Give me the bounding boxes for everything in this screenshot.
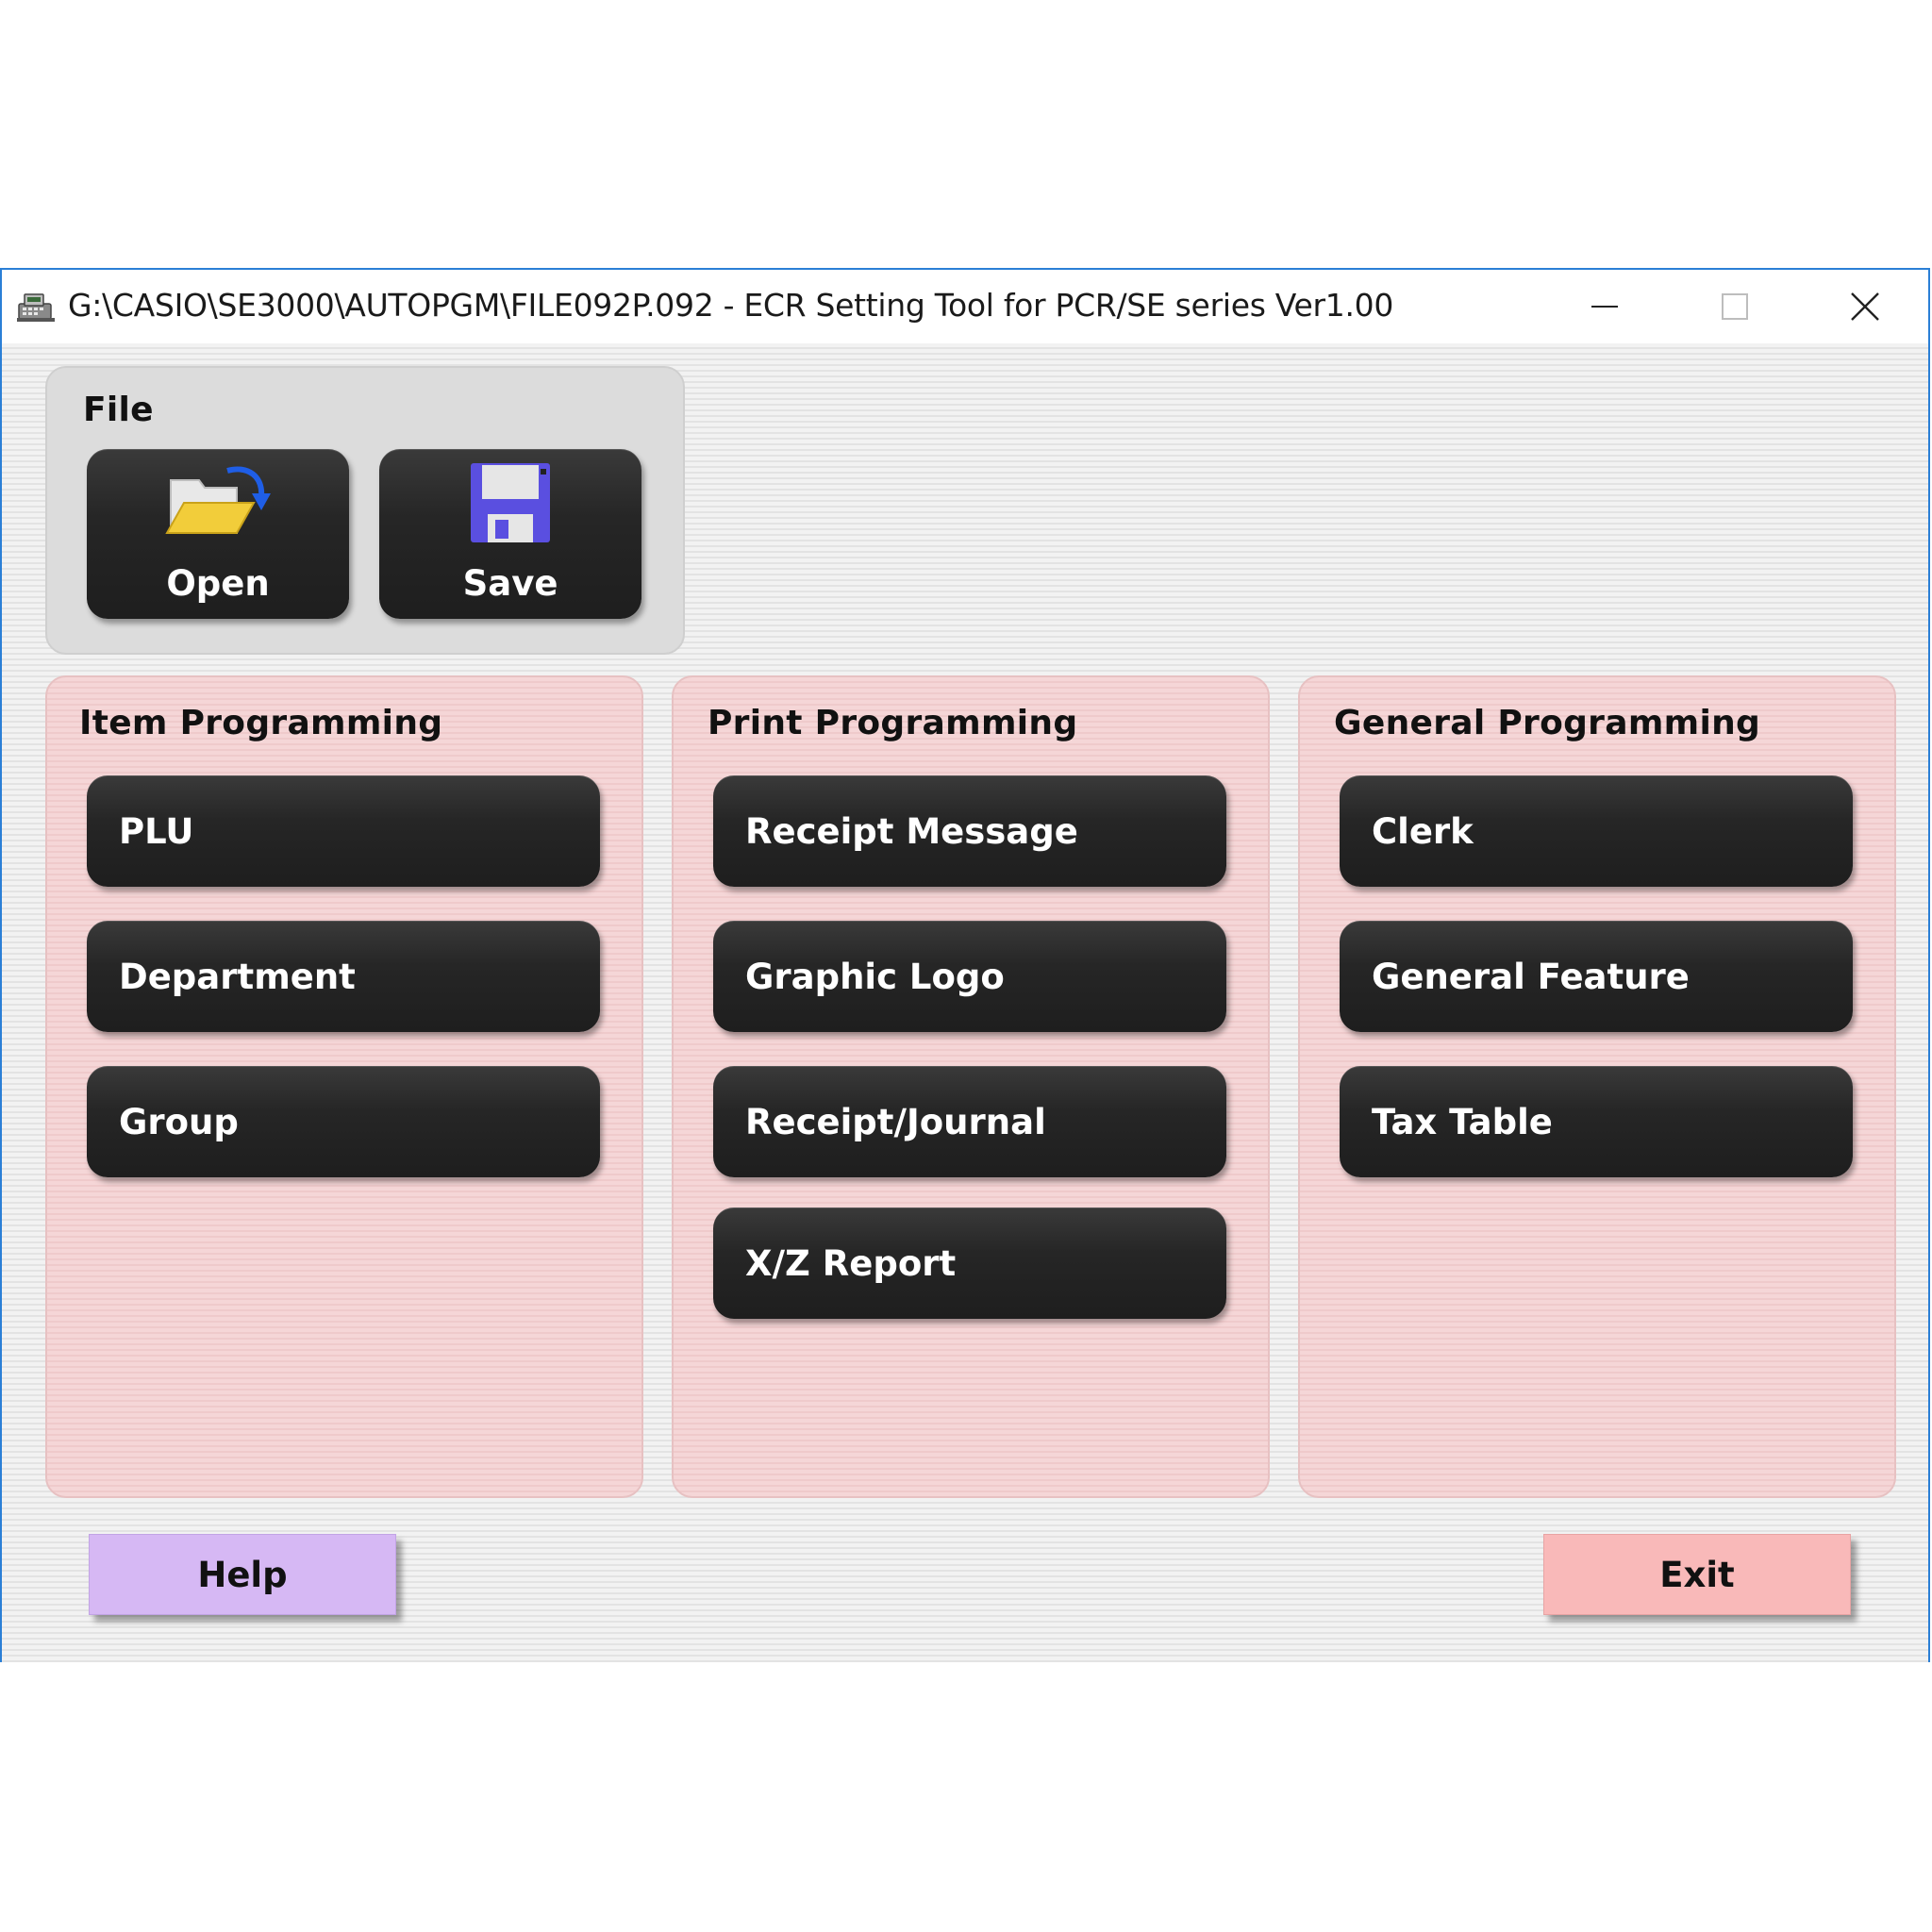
help-button[interactable]: Help xyxy=(89,1534,396,1615)
tax-table-button[interactable]: Tax Table xyxy=(1340,1066,1853,1177)
general-programming-group: General Programming Clerk General Featur… xyxy=(1298,675,1896,1498)
open-label: Open xyxy=(166,563,270,604)
xz-report-button[interactable]: X/Z Report xyxy=(713,1208,1226,1319)
graphic-logo-button[interactable]: Graphic Logo xyxy=(713,921,1226,1032)
print-programming-title: Print Programming xyxy=(708,704,1078,742)
app-window: G:\CASIO\SE3000\AUTOPGM\FILE092P.092 - E… xyxy=(0,268,1930,1662)
maximize-button[interactable] xyxy=(1670,270,1800,343)
item-programming-title: Item Programming xyxy=(79,704,443,742)
general-programming-title: General Programming xyxy=(1334,704,1761,742)
department-button[interactable]: Department xyxy=(87,921,600,1032)
minimize-button[interactable] xyxy=(1540,270,1670,343)
maximize-icon xyxy=(1722,293,1748,320)
receipt-journal-button[interactable]: Receipt/Journal xyxy=(713,1066,1226,1177)
item-programming-group: Item Programming PLU Department Group xyxy=(45,675,643,1498)
print-programming-group: Print Programming Receipt Message Graphi… xyxy=(672,675,1270,1498)
close-icon xyxy=(1851,292,1879,321)
exit-button[interactable]: Exit xyxy=(1543,1534,1851,1615)
open-folder-icon xyxy=(165,466,271,534)
minimize-icon xyxy=(1591,306,1618,308)
save-label: Save xyxy=(462,563,558,604)
file-group-title: File xyxy=(83,391,154,429)
cash-register-icon xyxy=(17,293,55,322)
plu-button[interactable]: PLU xyxy=(87,775,600,887)
general-feature-button[interactable]: General Feature xyxy=(1340,921,1853,1032)
window-title: G:\CASIO\SE3000\AUTOPGM\FILE092P.092 - E… xyxy=(68,287,1394,324)
open-button[interactable]: Open xyxy=(87,449,349,619)
clerk-button[interactable]: Clerk xyxy=(1340,775,1853,887)
save-button[interactable]: Save xyxy=(379,449,641,619)
close-button[interactable] xyxy=(1800,270,1930,343)
file-group: File Open Save xyxy=(45,366,685,655)
group-button[interactable]: Group xyxy=(87,1066,600,1177)
receipt-message-button[interactable]: Receipt Message xyxy=(713,775,1226,887)
floppy-disk-icon xyxy=(471,463,550,542)
title-bar[interactable]: G:\CASIO\SE3000\AUTOPGM\FILE092P.092 - E… xyxy=(2,270,1928,343)
